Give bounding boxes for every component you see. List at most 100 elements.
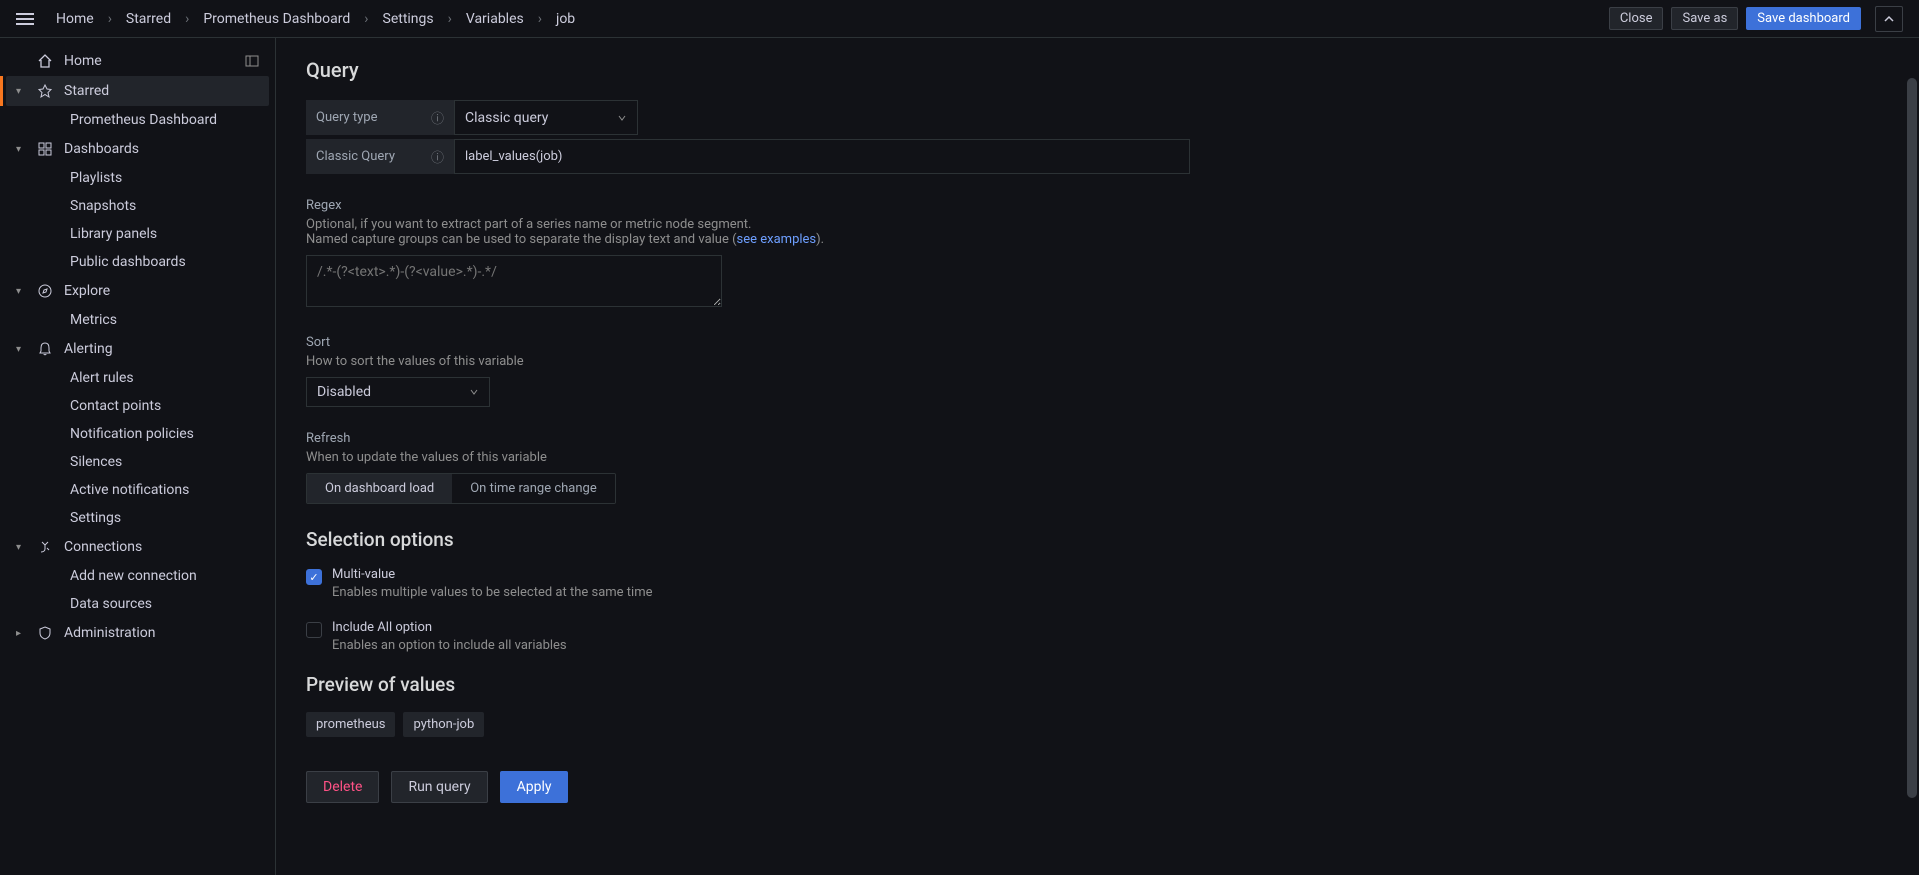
refresh-on-time-change[interactable]: On time range change: [452, 474, 615, 503]
sidebar-item-alerting-settings[interactable]: Settings: [6, 504, 269, 532]
chevron-right-icon: ›: [364, 11, 368, 27]
include-all-checkbox[interactable]: [306, 622, 322, 638]
sidebar-item-label: Administration: [64, 625, 155, 641]
sidebar-item-starred[interactable]: ▾ Starred: [6, 76, 269, 106]
chevron-right-icon: ›: [538, 11, 542, 27]
sidebar-item-dashboards[interactable]: ▾ Dashboards: [6, 134, 269, 164]
action-row: Delete Run query Apply: [306, 771, 1546, 803]
chevron-down-icon: ▾: [16, 542, 26, 553]
sidebar-item-library-panels[interactable]: Library panels: [6, 220, 269, 248]
compass-icon: [36, 282, 54, 300]
multi-value-help: Enables multiple values to be selected a…: [332, 585, 653, 600]
save-as-button[interactable]: Save as: [1671, 7, 1738, 30]
sort-section: Sort How to sort the values of this vari…: [306, 335, 1546, 407]
sidebar-item-label: Home: [64, 53, 102, 69]
sidebar-item-explore[interactable]: ▾ Explore: [6, 276, 269, 306]
regex-input[interactable]: [306, 255, 722, 307]
sidebar-item-label: Contact points: [70, 398, 161, 414]
classic-query-label: Classic Query ⓘ: [306, 139, 454, 174]
breadcrumb-home[interactable]: Home: [56, 11, 94, 27]
include-all-label: Include All option: [332, 620, 567, 635]
chevron-down-icon: [469, 387, 479, 397]
sidebar-item-label: Explore: [64, 283, 110, 299]
regex-section: Regex Optional, if you want to extract p…: [306, 198, 1546, 311]
preview-title: Preview of values: [306, 673, 1546, 696]
sidebar-item-label: Notification policies: [70, 426, 194, 442]
chevron-right-icon: ▸: [16, 628, 26, 639]
classic-query-input[interactable]: [454, 139, 1190, 174]
breadcrumb-starred[interactable]: Starred: [126, 11, 171, 27]
sidebar-item-active-notifications[interactable]: Active notifications: [6, 476, 269, 504]
sidebar-item-label: Public dashboards: [70, 254, 186, 270]
sidebar-item-prometheus-dashboard[interactable]: Prometheus Dashboard: [6, 106, 269, 134]
breadcrumb: Home › Starred › Prometheus Dashboard › …: [56, 11, 575, 27]
query-type-label: Query type ⓘ: [306, 100, 454, 135]
menu-icon[interactable]: [16, 10, 34, 28]
sort-select[interactable]: Disabled: [306, 377, 490, 407]
delete-button[interactable]: Delete: [306, 771, 379, 803]
scrollbar-track: [1905, 38, 1919, 875]
chevron-down-icon: ▾: [16, 86, 26, 97]
header-actions: Close Save as Save dashboard: [1609, 6, 1903, 32]
shield-icon: [36, 624, 54, 642]
preview-badges: prometheus python-job: [306, 712, 1546, 737]
refresh-on-load[interactable]: On dashboard load: [307, 474, 452, 503]
sidebar-item-add-new-connection[interactable]: Add new connection: [6, 562, 269, 590]
chevron-down-icon: ▾: [16, 344, 26, 355]
sidebar-item-notification-policies[interactable]: Notification policies: [6, 420, 269, 448]
regex-label: Regex: [306, 198, 1546, 213]
sidebar-item-label: Active notifications: [70, 482, 189, 498]
sidebar-item-metrics[interactable]: Metrics: [6, 306, 269, 334]
sidebar-item-administration[interactable]: ▸ Administration: [6, 618, 269, 648]
refresh-section: Refresh When to update the values of thi…: [306, 431, 1546, 504]
sidebar-item-public-dashboards[interactable]: Public dashboards: [6, 248, 269, 276]
sidebar-item-label: Data sources: [70, 596, 152, 612]
close-button[interactable]: Close: [1609, 7, 1664, 30]
multi-value-checkbox[interactable]: ✓: [306, 569, 322, 585]
query-type-select[interactable]: Classic query: [454, 100, 638, 135]
see-examples-link[interactable]: see examples: [737, 232, 817, 247]
breadcrumb-dashboard[interactable]: Prometheus Dashboard: [203, 11, 350, 27]
selection-options-title: Selection options: [306, 528, 1546, 551]
panel-toggle-icon[interactable]: [245, 54, 259, 68]
include-all-help: Enables an option to include all variabl…: [332, 638, 567, 653]
sidebar-item-connections[interactable]: ▾ Connections: [6, 532, 269, 562]
sort-help: How to sort the values of this variable: [306, 354, 1546, 369]
sidebar-item-label: Metrics: [70, 312, 117, 328]
preview-badge: python-job: [403, 712, 484, 737]
sidebar-item-label: Prometheus Dashboard: [70, 112, 217, 128]
breadcrumb-settings[interactable]: Settings: [383, 11, 434, 27]
sidebar-item-label: Settings: [70, 510, 121, 526]
classic-query-row: Classic Query ⓘ: [306, 139, 1546, 174]
sidebar-item-playlists[interactable]: Playlists: [6, 164, 269, 192]
chevron-down-icon: ▾: [16, 144, 26, 155]
save-dashboard-button[interactable]: Save dashboard: [1746, 7, 1861, 30]
chevron-up-icon[interactable]: [1875, 6, 1903, 32]
info-icon[interactable]: ⓘ: [431, 147, 444, 166]
sidebar-item-silences[interactable]: Silences: [6, 448, 269, 476]
sidebar-item-label: Alerting: [64, 341, 113, 357]
sidebar-item-label: Dashboards: [64, 141, 139, 157]
info-icon[interactable]: ⓘ: [431, 108, 444, 127]
sidebar-item-contact-points[interactable]: Contact points: [6, 392, 269, 420]
sidebar-item-alerting[interactable]: ▾ Alerting: [6, 334, 269, 364]
sidebar-item-label: Library panels: [70, 226, 157, 242]
sidebar-item-data-sources[interactable]: Data sources: [6, 590, 269, 618]
run-query-button[interactable]: Run query: [391, 771, 487, 803]
breadcrumb-variables[interactable]: Variables: [466, 11, 524, 27]
check-icon: ✓: [309, 571, 318, 584]
sidebar-item-label: Silences: [70, 454, 122, 470]
scrollbar-thumb[interactable]: [1907, 78, 1917, 798]
home-icon: [36, 52, 54, 70]
refresh-help: When to update the values of this variab…: [306, 450, 1546, 465]
sidebar-item-home[interactable]: Home: [6, 46, 269, 76]
apply-button[interactable]: Apply: [500, 771, 569, 803]
refresh-label: Refresh: [306, 431, 1546, 446]
sidebar-item-snapshots[interactable]: Snapshots: [6, 192, 269, 220]
sidebar-item-alert-rules[interactable]: Alert rules: [6, 364, 269, 392]
star-icon: [36, 82, 54, 100]
include-all-row: Include All option Enables an option to …: [306, 620, 1546, 653]
dashboard-icon: [36, 140, 54, 158]
plug-icon: [36, 538, 54, 556]
chevron-right-icon: ›: [448, 11, 452, 27]
